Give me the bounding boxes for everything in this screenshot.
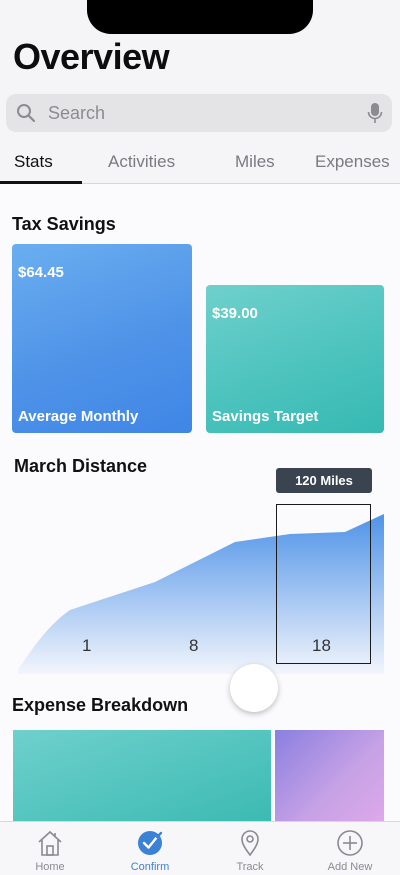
tabbar-track-label: Track [236, 861, 264, 873]
tab-stats[interactable]: Stats [14, 152, 53, 172]
search-icon [17, 104, 36, 123]
distance-tooltip: 120 Miles [276, 468, 372, 493]
x-label-1: 1 [82, 636, 92, 655]
expense-block-primary[interactable] [13, 730, 271, 821]
tab-activities[interactable]: Activities [108, 152, 175, 172]
average-monthly-label: Average Monthly [18, 408, 139, 425]
expense-block-secondary[interactable] [275, 730, 384, 821]
savings-target-amount: $39.00 [212, 305, 258, 322]
x-label-8: 8 [189, 636, 199, 655]
tax-savings-title: Tax Savings [12, 214, 116, 234]
march-distance-title: March Distance [14, 456, 148, 476]
page-title: Overview [13, 36, 170, 77]
tabbar-home[interactable]: Home [0, 822, 100, 875]
stats-content: Tax Savings $64.45 Average Monthly $39.0… [0, 184, 400, 821]
tab-miles[interactable]: Miles [235, 152, 275, 172]
home-icon [38, 830, 62, 856]
tabbar-confirm[interactable]: Confirm [100, 822, 200, 875]
expense-breakdown-title: Expense Breakdown [12, 695, 189, 715]
average-monthly-amount: $64.45 [18, 264, 64, 281]
search-bar[interactable]: Search [6, 94, 392, 132]
search-input[interactable]: Search [48, 103, 105, 124]
segment-tabs: Stats Activities Miles Expenses [0, 140, 400, 184]
device-notch [87, 0, 313, 34]
floating-action-button[interactable] [230, 664, 278, 712]
tabbar-add-new[interactable]: Add New [300, 822, 400, 875]
tabbar-confirm-label: Confirm [130, 861, 170, 873]
tabbar-add-new-label: Add New [327, 861, 373, 873]
plus-circle-icon [337, 830, 363, 856]
tab-expenses[interactable]: Expenses [315, 152, 390, 172]
bottom-tab-bar: Home Confirm Track Add New [0, 821, 400, 875]
savings-target-card[interactable]: $39.00 Savings Target [206, 285, 384, 433]
selected-range-highlight[interactable] [276, 504, 371, 664]
checkmark-circle-icon [138, 831, 163, 855]
microphone-icon[interactable] [367, 102, 383, 124]
savings-target-label: Savings Target [212, 408, 319, 425]
tabbar-track[interactable]: Track [200, 822, 300, 875]
tabbar-home-label: Home [35, 861, 65, 873]
average-monthly-card[interactable]: $64.45 Average Monthly [12, 244, 192, 433]
location-pin-icon [241, 830, 259, 857]
